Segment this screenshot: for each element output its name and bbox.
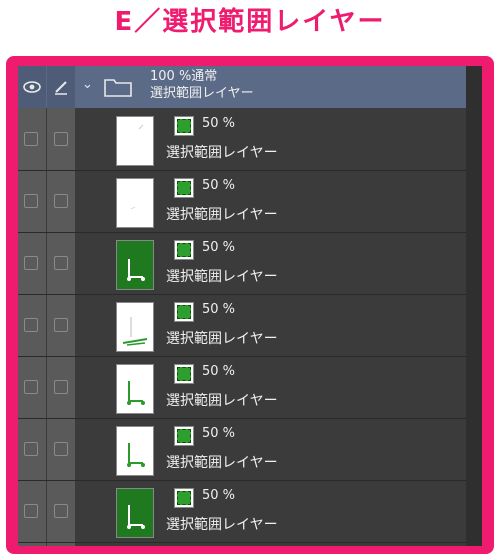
layer-row[interactable]: 50 % 選択範囲レイヤー (18, 170, 466, 233)
layer-name: 選択範囲レイヤー (166, 269, 278, 285)
layer-panel: ⌄ 100 %通常 選択範囲レイヤー 50 % 選択範囲レイヤー 50 % 選択… (18, 66, 482, 546)
lock-checkbox[interactable] (54, 318, 68, 332)
layer-name: 選択範囲レイヤー (166, 393, 278, 409)
selection-layer-icon (174, 116, 194, 136)
folder-icon (104, 77, 132, 97)
selection-layer-icon (174, 240, 194, 260)
layer-thumbnail (116, 488, 154, 538)
layer-row[interactable]: 50 % 選択範囲レイヤー (18, 108, 466, 171)
visibility-checkbox[interactable] (24, 318, 38, 332)
visibility-checkbox[interactable] (24, 194, 38, 208)
layer-name: 選択範囲レイヤー (166, 145, 278, 161)
lock-checkbox[interactable] (54, 504, 68, 518)
visibility-checkbox[interactable] (24, 504, 38, 518)
layer-row[interactable]: 50 % 選択範囲レイヤー (18, 480, 466, 543)
layer-name: 選択範囲レイヤー (166, 331, 278, 347)
layer-opacity: 50 % (202, 240, 236, 255)
layer-thumbnail (116, 240, 154, 290)
lock-checkbox[interactable] (54, 380, 68, 394)
lock-checkbox[interactable] (54, 442, 68, 456)
visibility-checkbox[interactable] (24, 256, 38, 270)
layer-opacity: 50 % (202, 116, 236, 131)
layer-row[interactable]: 50 % 選択範囲レイヤー (18, 418, 466, 481)
selection-layer-icon (174, 302, 194, 322)
lock-checkbox[interactable] (54, 256, 68, 270)
folder-mode: 100 %通常 (150, 69, 218, 84)
layer-row[interactable]: 50 % 選択範囲レイヤー (18, 232, 466, 295)
page-title: E／選択範囲レイヤー (114, 7, 386, 37)
visibility-checkbox[interactable] (24, 380, 38, 394)
layer-opacity: 50 % (202, 302, 236, 317)
layer-name: 選択範囲レイヤー (166, 207, 278, 223)
layer-opacity: 50 % (202, 178, 236, 193)
selection-layer-icon (174, 364, 194, 384)
lock-checkbox[interactable] (54, 132, 68, 146)
layer-name: 選択範囲レイヤー (166, 455, 278, 471)
layer-thumbnail (116, 178, 154, 228)
selection-layer-icon (174, 178, 194, 198)
layer-opacity: 50 % (202, 426, 236, 441)
selection-layer-icon (174, 488, 194, 508)
layer-opacity: 50 % (202, 364, 236, 379)
layer-opacity: 50 % (202, 488, 236, 503)
lock-checkbox[interactable] (54, 194, 68, 208)
layer-row[interactable]: 50 % 選択範囲レイヤー (18, 356, 466, 419)
folder-row[interactable]: ⌄ 100 %通常 選択範囲レイヤー (18, 66, 466, 108)
folder-name: 選択範囲レイヤー (150, 86, 254, 101)
layer-row[interactable]: 50 % 選択範囲レイヤー (18, 294, 466, 357)
pen-icon[interactable] (47, 66, 75, 108)
chevron-down-icon[interactable]: ⌄ (82, 78, 96, 92)
layer-thumbnail (116, 302, 154, 352)
layer-thumbnail (116, 364, 154, 414)
eye-icon[interactable] (18, 66, 46, 108)
layer-thumbnail (116, 426, 154, 476)
scrollbar[interactable] (466, 66, 482, 546)
folder-label: 100 %通常 選択範囲レイヤー (150, 68, 254, 102)
layer-name: 選択範囲レイヤー (166, 517, 278, 533)
visibility-checkbox[interactable] (24, 132, 38, 146)
layer-thumbnail (116, 116, 154, 166)
selection-layer-icon (174, 426, 194, 446)
visibility-checkbox[interactable] (24, 442, 38, 456)
